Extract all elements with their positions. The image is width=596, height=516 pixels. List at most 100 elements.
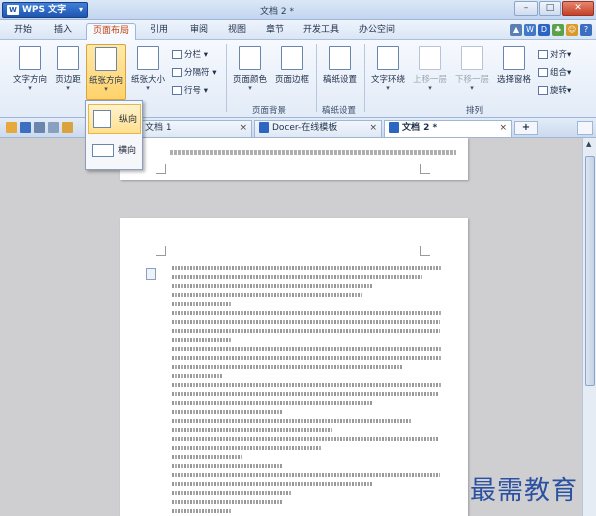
tab-close-icon[interactable]: × — [499, 121, 507, 136]
tab-close-icon[interactable]: × — [239, 121, 247, 136]
wrap-text-icon — [377, 46, 399, 70]
print-preview-icon[interactable] — [48, 122, 59, 133]
line-numbers-label: 行号 — [184, 86, 202, 96]
tab-document-1[interactable]: 文档 1 × — [140, 120, 252, 137]
text-line — [172, 266, 442, 270]
text-line — [172, 491, 292, 495]
page-corner-mark — [420, 164, 430, 174]
text-line — [172, 419, 412, 423]
title-bar: W WPS 文字 ▾ 文档 2 * – □ ✕ — [0, 0, 596, 20]
margins-icon — [57, 46, 79, 70]
page-border-icon — [281, 46, 303, 70]
tab-developer[interactable]: 开发工具 — [296, 23, 346, 40]
separator-button[interactable]: 分隔符 ▾ — [172, 66, 217, 78]
minimize-button[interactable]: – — [514, 1, 538, 16]
text-direction-button[interactable]: 文字方向 ▾ — [10, 46, 50, 92]
rotate-button[interactable]: 旋转▾ — [538, 84, 571, 96]
open-file-icon[interactable] — [6, 122, 17, 133]
menu-item-landscape[interactable]: 横向 — [88, 136, 141, 166]
menu-item-portrait[interactable]: 纵向 — [88, 104, 141, 134]
text-direction-icon — [19, 46, 41, 70]
page-1[interactable] — [120, 138, 468, 180]
text-line — [172, 293, 362, 297]
margins-button[interactable]: 页边距 ▾ — [52, 46, 84, 92]
tab-chapter[interactable]: 章节 — [258, 23, 292, 40]
manuscript-button[interactable]: 稿纸设置 — [320, 46, 360, 85]
maximize-button[interactable]: □ — [539, 1, 561, 16]
vertical-scrollbar[interactable]: ▲ — [582, 138, 596, 516]
menu-item-label: 纵向 — [119, 115, 138, 125]
selection-pane-button[interactable]: 选择窗格 — [494, 46, 534, 85]
paper-size-button[interactable]: 纸张大小 ▾ — [128, 46, 168, 92]
new-tab-button[interactable]: + — [514, 121, 538, 135]
page-border-button[interactable]: 页面边框 — [272, 46, 312, 85]
text-line — [172, 500, 282, 504]
text-line — [172, 392, 438, 396]
orientation-button[interactable]: 纸张方向 ▾ — [86, 44, 126, 100]
help-icon[interactable]: ? — [580, 24, 592, 36]
bring-forward-button[interactable]: 上移一层 ▾ — [410, 46, 450, 92]
align-icon — [538, 50, 548, 59]
skin-icon[interactable]: ♣ — [552, 24, 564, 36]
paper-size-icon — [137, 46, 159, 70]
columns-label: 分栏 — [184, 50, 202, 60]
tab-insert[interactable]: 插入 — [46, 23, 80, 40]
group-label-arrange: 排列 — [466, 106, 484, 116]
page-color-button[interactable]: 页面颜色 ▾ — [230, 46, 270, 92]
page-2[interactable] — [120, 218, 468, 516]
tab-review[interactable]: 审阅 — [182, 23, 216, 40]
columns-icon — [172, 50, 182, 59]
document-icon — [389, 122, 399, 133]
docer-icon — [259, 122, 269, 133]
align-button[interactable]: 对齐▾ — [538, 48, 571, 60]
text-line — [172, 329, 440, 333]
undo-icon[interactable] — [62, 122, 73, 133]
group-objects-button[interactable]: 组合▾ — [538, 66, 571, 78]
separator-dropdown-icon: ▾ — [212, 68, 217, 78]
text-line — [172, 464, 282, 468]
share-icon[interactable]: W — [524, 24, 536, 36]
save-icon[interactable] — [20, 122, 31, 133]
group-label-manuscript: 稿纸设置 — [322, 106, 357, 116]
tab-label: Docer-在线模板 — [272, 123, 338, 133]
document-workspace[interactable] — [0, 138, 582, 516]
text-line — [172, 356, 442, 360]
text-line — [172, 311, 442, 315]
app-menu-button[interactable]: W WPS 文字 ▾ — [2, 2, 88, 18]
separator-icon — [172, 68, 182, 77]
collapse-ribbon-icon[interactable]: ▲ — [510, 24, 522, 36]
tab-office-space[interactable]: 办公空间 — [352, 23, 402, 40]
orientation-dropdown-icon: ▾ — [104, 85, 108, 93]
close-button[interactable]: ✕ — [562, 1, 594, 16]
line-numbers-dropdown-icon: ▾ — [203, 86, 208, 96]
tab-view[interactable]: 视图 — [220, 23, 254, 40]
tab-page-layout[interactable]: 页面布局 — [86, 23, 136, 40]
tab-start[interactable]: 开始 — [6, 23, 40, 40]
docer-icon[interactable]: D — [538, 24, 550, 36]
scrollbar-thumb[interactable] — [585, 156, 595, 386]
menu-bar: 开始 插入 页面布局 引用 审阅 视图 章节 开发工具 办公空间 ▲ W D ♣… — [0, 20, 596, 40]
columns-dropdown-icon: ▾ — [203, 50, 208, 60]
line-numbers-button[interactable]: 行号 ▾ — [172, 84, 208, 96]
text-line — [172, 320, 440, 324]
plus-icon: + — [521, 122, 531, 133]
tab-close-icon[interactable]: × — [369, 121, 377, 136]
columns-button[interactable]: 分栏 ▾ — [172, 48, 208, 60]
tab-label: 文档 1 — [145, 123, 172, 133]
group-objects-label: 组合 — [550, 68, 568, 78]
print-icon[interactable] — [34, 122, 45, 133]
send-backward-button[interactable]: 下移一层 ▾ — [452, 46, 492, 92]
text-line — [172, 428, 332, 432]
tab-docer-templates[interactable]: Docer-在线模板 × — [254, 120, 382, 137]
tab-references[interactable]: 引用 — [142, 23, 176, 40]
wrap-text-button[interactable]: 文字环绕 ▾ — [368, 46, 408, 92]
orientation-icon — [95, 47, 117, 71]
page-corner-mark — [156, 246, 166, 256]
selection-pane-label: 选择窗格 — [496, 75, 531, 85]
user-icon[interactable]: ☺ — [566, 24, 578, 36]
tab-document-2[interactable]: 文档 2 * × — [384, 120, 512, 137]
scroll-up-icon[interactable]: ▲ — [586, 140, 591, 148]
app-name: WPS 文字 — [22, 5, 67, 15]
page-color-dropdown-icon: ▾ — [248, 84, 252, 92]
tab-list-icon[interactable] — [577, 121, 593, 135]
